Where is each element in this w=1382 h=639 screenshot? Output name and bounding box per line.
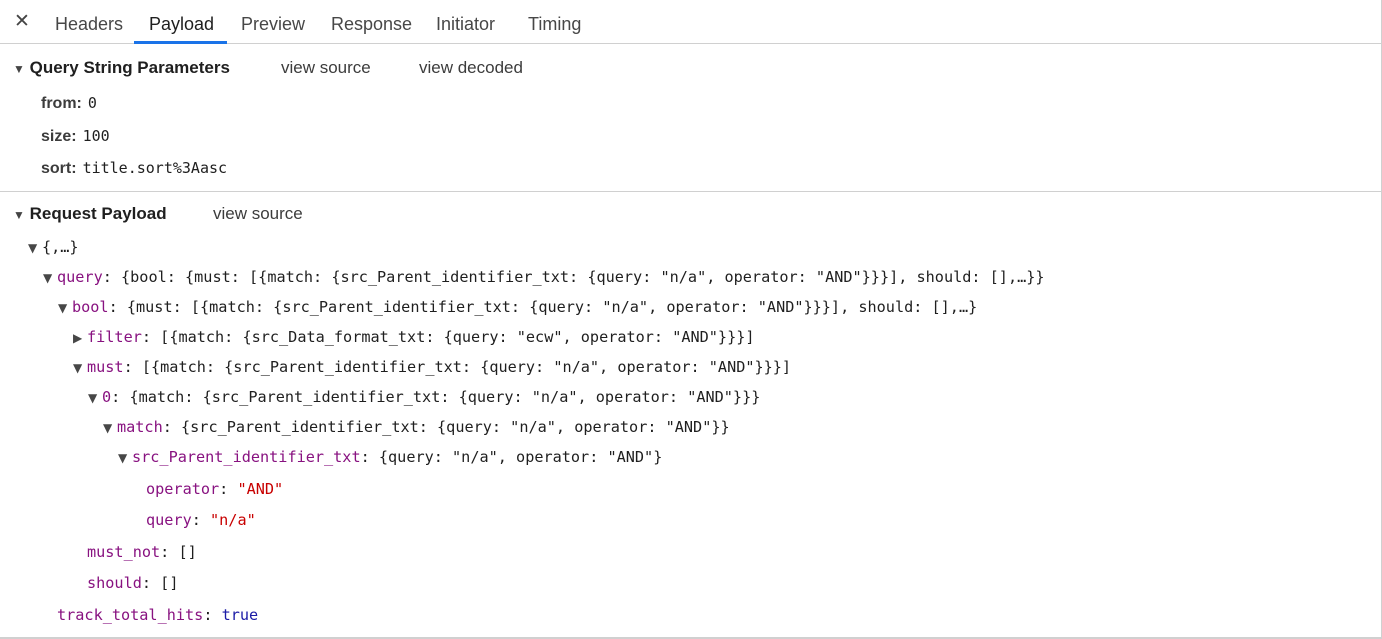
- query-section-title: Query String Parameters: [29, 58, 230, 77]
- collapse-triangle-icon[interactable]: ▶: [73, 327, 87, 349]
- node-key: bool: [72, 298, 109, 316]
- leaf-value: "AND": [237, 480, 284, 498]
- node-preview: {,…}: [42, 238, 79, 256]
- node-preview: [{match: {src_Parent_identifier_txt: {qu…: [141, 358, 792, 376]
- close-icon[interactable]: ✕: [14, 12, 30, 32]
- query-view-decoded-link[interactable]: view decoded: [419, 58, 523, 78]
- tree-node-bool[interactable]: ▼ bool: {must: [{match: {src_Parent_ident…: [58, 296, 977, 318]
- node-key: must: [87, 358, 124, 376]
- param-key: from:: [41, 95, 82, 112]
- tree-node-filter[interactable]: ▶ filter: [{match: {src_Data_format_txt: …: [73, 326, 755, 348]
- section-divider: [0, 191, 1382, 192]
- tab-bar: ✕ Headers Payload Preview Response Initi…: [0, 0, 1382, 44]
- node-preview: {match: {src_Parent_identifier_txt: {que…: [129, 388, 761, 406]
- leaf-value: true: [221, 606, 259, 624]
- payload-section-title: Request Payload: [29, 204, 167, 223]
- expand-triangle-icon[interactable]: ▼: [58, 297, 72, 319]
- expand-triangle-icon[interactable]: ▼: [13, 208, 25, 222]
- tab-payload[interactable]: Payload: [149, 0, 214, 44]
- leaf-key: track_total_hits: [57, 606, 204, 624]
- leaf-value: []: [160, 574, 179, 592]
- tree-node-must-0[interactable]: ▼ 0: {match: {src_Parent_identifier_txt: …: [88, 386, 760, 408]
- query-param-row: from: 0: [41, 94, 97, 113]
- expand-triangle-icon[interactable]: ▼: [28, 237, 42, 259]
- param-key: sort:: [41, 160, 77, 177]
- leaf-key: should: [87, 574, 142, 592]
- expand-triangle-icon[interactable]: ▼: [13, 62, 25, 76]
- tree-leaf-track-total-hits: track_total_hits: true: [57, 606, 259, 624]
- tree-leaf-should: should: []: [87, 574, 179, 592]
- node-preview: {query: "n/a", operator: "AND"}: [378, 448, 663, 466]
- node-key: 0: [102, 388, 112, 406]
- expand-triangle-icon[interactable]: ▼: [118, 447, 132, 469]
- tree-node-match[interactable]: ▼ match: {src_Parent_identifier_txt: {que…: [103, 416, 730, 438]
- tab-initiator[interactable]: Initiator: [436, 0, 495, 44]
- leaf-value: "n/a": [210, 511, 256, 529]
- param-value: title.sort%3Aasc: [82, 159, 228, 177]
- query-view-source-link[interactable]: view source: [281, 58, 371, 78]
- tree-node-src-parent[interactable]: ▼ src_Parent_identifier_txt: {query: "n/a…: [118, 446, 662, 468]
- node-preview: {must: [{match: {src_Parent_identifier_t…: [126, 298, 978, 316]
- tab-headers[interactable]: Headers: [55, 0, 123, 44]
- payload-view-source-link[interactable]: view source: [213, 204, 303, 224]
- tab-preview[interactable]: Preview: [241, 0, 305, 44]
- expand-triangle-icon[interactable]: ▼: [43, 267, 57, 289]
- tree-node-root[interactable]: ▼ {,…}: [28, 236, 79, 258]
- node-preview: {src_Parent_identifier_txt: {query: "n/a…: [181, 418, 730, 436]
- tree-node-must[interactable]: ▼ must: [{match: {src_Parent_identifier_t…: [73, 356, 791, 378]
- expand-triangle-icon[interactable]: ▼: [73, 357, 87, 379]
- query-param-row: size: 100: [41, 127, 110, 146]
- param-value: 100: [82, 127, 110, 145]
- node-key: src_Parent_identifier_txt: [132, 448, 361, 466]
- tree-leaf-operator: operator: "AND": [146, 480, 284, 498]
- leaf-value: []: [178, 543, 197, 561]
- leaf-key: operator: [146, 480, 220, 498]
- tab-response[interactable]: Response: [331, 0, 412, 44]
- tab-timing[interactable]: Timing: [528, 0, 581, 44]
- node-preview: [{match: {src_Data_format_txt: {query: "…: [160, 328, 755, 346]
- node-key: match: [117, 418, 163, 436]
- payload-section-header[interactable]: ▼ Request Payload: [13, 204, 167, 224]
- node-key: query: [57, 268, 103, 286]
- param-key: size:: [41, 128, 77, 145]
- tree-node-query[interactable]: ▼ query: {bool: {must: [{match: {src_Pare…: [43, 266, 1045, 288]
- expand-triangle-icon[interactable]: ▼: [103, 417, 117, 439]
- node-key: filter: [87, 328, 142, 346]
- leaf-key: must_not: [87, 543, 161, 561]
- param-value: 0: [87, 94, 97, 112]
- leaf-key: query: [146, 511, 192, 529]
- expand-triangle-icon[interactable]: ▼: [88, 387, 102, 409]
- tree-leaf-query: query: "n/a": [146, 511, 256, 529]
- node-preview: {bool: {must: [{match: {src_Parent_ident…: [121, 268, 1045, 286]
- tree-leaf-must-not: must_not: []: [87, 543, 197, 561]
- query-section-header[interactable]: ▼ Query String Parameters: [13, 58, 230, 78]
- active-tab-indicator: [134, 41, 227, 44]
- query-param-row: sort: title.sort%3Aasc: [41, 159, 227, 178]
